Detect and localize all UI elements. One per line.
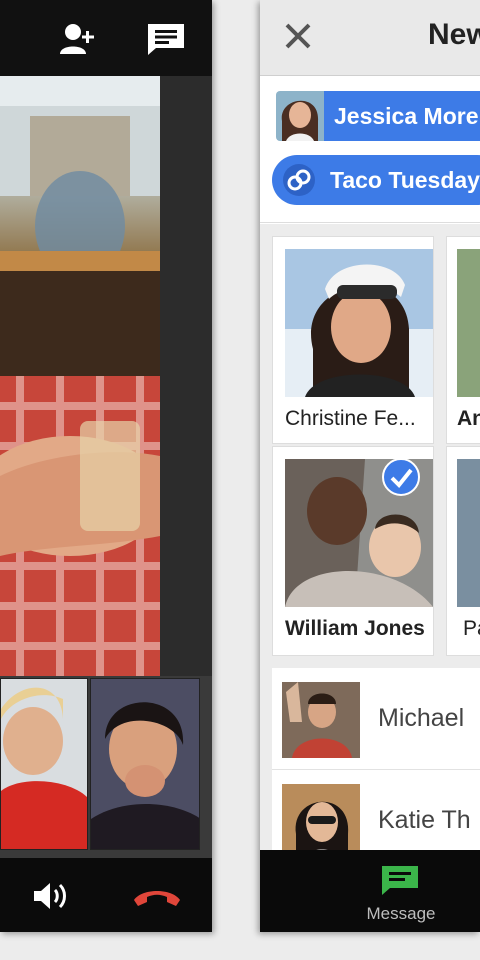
avatar [282, 682, 360, 758]
avatar [282, 784, 360, 860]
list-item[interactable]: Michael [272, 668, 480, 770]
speaker-icon[interactable] [32, 880, 70, 917]
participant-thumbnail[interactable] [0, 678, 88, 850]
bottom-tab-bar: Message [260, 850, 480, 932]
contacts-list: Michael Katie Th [260, 664, 480, 872]
contact-name: William Jones [285, 617, 425, 640]
contact-name: An [457, 407, 480, 430]
group-link-icon [282, 163, 316, 203]
chip-label: Taco Tuesdays [330, 167, 480, 193]
phone-hangup-icon[interactable] [132, 886, 182, 913]
contact-photo [285, 249, 433, 397]
message-icon [380, 864, 420, 901]
screenshot-stage: New Jessica Moren Taco Tuesdays Christin… [0, 0, 480, 960]
contact-photo [457, 249, 480, 397]
check-icon [381, 457, 421, 502]
contacts-grid: Christine Fe... An William Jones P [260, 224, 480, 664]
chat-icon[interactable] [146, 22, 186, 61]
contact-tile-peek[interactable]: Pa [446, 446, 480, 656]
main-video-feed [0, 76, 160, 676]
recipient-chip[interactable]: Jessica Moren [276, 91, 480, 141]
contact-name: Michael [378, 704, 465, 732]
chip-label: Jessica Moren [334, 103, 480, 129]
contact-tile[interactable]: Christine Fe... [272, 236, 434, 444]
new-message-header: New [260, 0, 480, 76]
contact-tile[interactable]: William Jones [272, 446, 434, 656]
video-area [0, 76, 212, 858]
message-tab-label: Message [366, 904, 436, 923]
participant-thumbnails [0, 676, 212, 858]
page-title: New [428, 18, 480, 51]
close-icon[interactable] [284, 22, 312, 55]
contact-name: Christine Fe... [285, 407, 416, 430]
contact-photo [457, 459, 480, 607]
video-side-panel [160, 76, 212, 676]
call-controls-bar [0, 858, 212, 932]
new-message-screen: New Jessica Moren Taco Tuesdays Christin… [260, 0, 480, 932]
contact-tile-peek[interactable]: An [446, 236, 480, 444]
person-add-icon[interactable] [58, 22, 96, 61]
contact-name: Pa [463, 617, 480, 640]
contact-name: Katie Th [378, 806, 471, 834]
video-call-screen [0, 0, 212, 932]
participant-thumbnail[interactable] [90, 678, 200, 850]
recipient-chip[interactable]: Taco Tuesdays [272, 155, 480, 205]
message-tab[interactable]: Message [356, 864, 446, 928]
avatar [276, 91, 324, 141]
call-top-bar [0, 0, 212, 76]
recipient-chips: Jessica Moren Taco Tuesdays [260, 77, 480, 223]
